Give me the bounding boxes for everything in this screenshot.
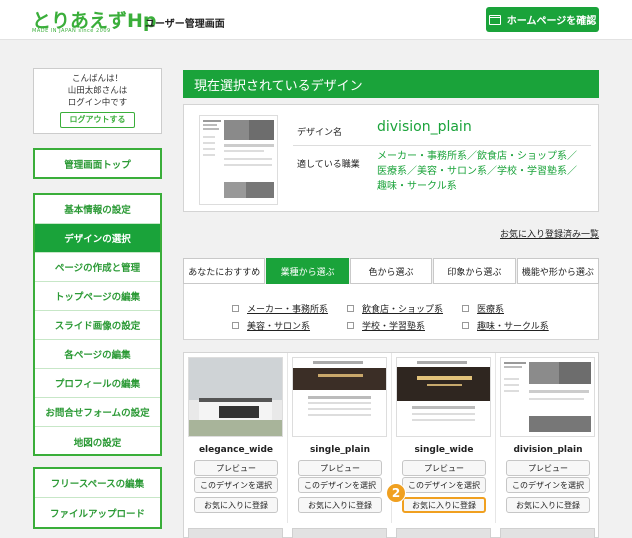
window-icon xyxy=(488,14,501,25)
design-card: elegance_wide プレビュー このデザインを選択 お気に入りに登録 xyxy=(184,353,288,538)
sidebar-item-design-select[interactable]: デザインの選択 xyxy=(35,224,160,253)
filter-option[interactable]: 医療系 xyxy=(462,302,504,315)
design-preview-image xyxy=(293,358,386,436)
design-thumbnail[interactable] xyxy=(292,357,387,437)
checkbox[interactable] xyxy=(347,305,354,312)
filter-label: 飲食店・ショップ系 xyxy=(362,305,444,315)
checkbox[interactable] xyxy=(462,305,469,312)
tab-by-color[interactable]: 色から選ぶ xyxy=(349,258,433,284)
checkbox[interactable] xyxy=(232,305,239,312)
current-design-thumbnail xyxy=(199,115,278,205)
design-name: elegance_wide xyxy=(198,445,274,455)
industry-label: 適している職業 xyxy=(297,160,360,170)
divider xyxy=(293,145,591,146)
design-card: division_plain プレビュー このデザインを選択 お気に入りに登録 xyxy=(496,353,600,538)
design-preview-image xyxy=(200,116,277,204)
page-title: ユーザー管理画面 xyxy=(145,19,225,30)
sidebar-item-page-management[interactable]: ページの作成と管理 xyxy=(35,253,160,282)
industry-filter-panel: メーカー・事務所系 飲食店・ショップ系 医療系 美容・サロン系 学校・学習塾系 … xyxy=(183,284,599,340)
next-row-thumbnail xyxy=(292,528,387,538)
preview-button[interactable]: プレビュー xyxy=(298,460,382,476)
design-name: single_plain xyxy=(309,445,371,455)
add-favorite-button[interactable]: お気に入りに登録 xyxy=(506,497,590,513)
filter-label: 美容・サロン系 xyxy=(247,322,311,332)
greeting-line: 山田太郎さんは xyxy=(67,86,128,96)
select-design-button[interactable]: このデザインを選択 xyxy=(298,477,382,493)
design-name-label: デザイン名 xyxy=(297,128,343,138)
logo-tagline: MADE IN JAPAN since 2009 xyxy=(32,28,111,34)
greeting-line: こんばんは！ xyxy=(71,74,123,84)
tab-by-impression[interactable]: 印象から選ぶ xyxy=(433,258,516,284)
industry-list: メーカー・事務所系／飲食店・ショップ系／医療系／美容・サロン系／学校・学習塾系／… xyxy=(377,151,577,192)
sidebar-item-page-edit[interactable]: 各ページの編集 xyxy=(35,340,160,369)
sidebar-item-slide-images[interactable]: スライド画像の設定 xyxy=(35,311,160,340)
step-badge: 2 xyxy=(386,483,406,503)
filter-label: 趣味・サークル系 xyxy=(477,322,549,332)
sidebar-menu: 基本情報の設定 デザインの選択 ページの作成と管理 トップページの編集 スライド… xyxy=(33,193,162,456)
design-preview-image xyxy=(501,358,594,436)
category-tabs: あなたにおすすめ 業種から選ぶ 色から選ぶ 印象から選ぶ 機能や形から選ぶ xyxy=(183,258,600,284)
design-name-value: division_plain xyxy=(377,119,472,135)
design-name: division_plain xyxy=(513,445,583,455)
filter-label: メーカー・事務所系 xyxy=(247,305,329,315)
select-design-button[interactable]: このデザインを選択 xyxy=(506,477,590,493)
design-thumbnail[interactable] xyxy=(396,357,491,437)
preview-button[interactable]: プレビュー xyxy=(194,460,278,476)
view-homepage-label: ホームページを確認 xyxy=(506,16,597,27)
sidebar-item-top-page-edit[interactable]: トップページの編集 xyxy=(35,282,160,311)
view-homepage-button[interactable]: ホームページを確認 xyxy=(486,7,599,32)
tab-by-function[interactable]: 機能や形から選ぶ xyxy=(516,258,600,284)
add-favorite-button[interactable]: お気に入りに登録 xyxy=(298,497,382,513)
design-name: single_wide xyxy=(414,445,474,455)
design-preview-image xyxy=(397,358,490,436)
filter-option[interactable]: メーカー・事務所系 xyxy=(232,302,328,315)
sidebar-bottom-box: フリースペースの編集 ファイルアップロード xyxy=(33,467,162,529)
next-row-thumbnail xyxy=(396,528,491,538)
select-design-button[interactable]: このデザインを選択 xyxy=(194,477,278,493)
next-row-thumbnail xyxy=(500,528,595,538)
current-design-card: デザイン名 division_plain 適している職業 メーカー・事務所系／飲… xyxy=(183,104,599,212)
design-thumbnail[interactable] xyxy=(188,357,283,437)
design-card: single_plain プレビュー このデザインを選択 お気に入りに登録 xyxy=(288,353,392,538)
tab-recommended[interactable]: あなたにおすすめ xyxy=(183,258,266,284)
greeting-line: ログイン中です xyxy=(67,98,128,108)
sidebar-item-dashboard[interactable]: 管理画面トップ xyxy=(35,150,160,177)
sidebar-item-profile-edit[interactable]: プロフィールの編集 xyxy=(35,369,160,398)
design-preview-image xyxy=(189,358,282,436)
sidebar-top-box: 管理画面トップ xyxy=(33,148,162,179)
add-favorite-button[interactable]: お気に入りに登録 xyxy=(402,497,486,513)
sidebar-item-file-upload[interactable]: ファイルアップロード xyxy=(35,498,160,527)
greeting-box: こんばんは！ 山田太郎さんは ログイン中です ログアウトする xyxy=(33,68,162,134)
select-design-button[interactable]: このデザインを選択 xyxy=(402,477,486,493)
filter-option[interactable]: 美容・サロン系 xyxy=(232,319,310,332)
tab-by-industry[interactable]: 業種から選ぶ xyxy=(266,258,349,284)
preview-button[interactable]: プレビュー xyxy=(402,460,486,476)
header-bar: とりあえずHp MADE IN JAPAN since 2009 ユーザー管理画… xyxy=(0,0,632,40)
filter-label: 医療系 xyxy=(477,305,505,315)
design-grid: elegance_wide プレビュー このデザインを選択 お気に入りに登録 s… xyxy=(183,352,599,538)
checkbox[interactable] xyxy=(347,322,354,329)
design-card: single_wide プレビュー このデザインを選択 お気に入りに登録 xyxy=(392,353,496,538)
preview-button[interactable]: プレビュー xyxy=(506,460,590,476)
add-favorite-button[interactable]: お気に入りに登録 xyxy=(194,497,278,513)
design-thumbnail[interactable] xyxy=(500,357,595,437)
next-row-thumbnail xyxy=(188,528,283,538)
favorites-list-link[interactable]: お気に入り登録済み一覧 xyxy=(500,227,599,240)
filter-option[interactable]: 趣味・サークル系 xyxy=(462,319,549,332)
logout-button[interactable]: ログアウトする xyxy=(60,112,135,128)
sidebar-item-map[interactable]: 地図の設定 xyxy=(35,427,160,456)
sidebar-item-basic-settings[interactable]: 基本情報の設定 xyxy=(35,195,160,224)
filter-option[interactable]: 飲食店・ショップ系 xyxy=(347,302,443,315)
filter-label: 学校・学習塾系 xyxy=(362,322,426,332)
section-title: 現在選択されているデザイン xyxy=(183,70,599,98)
filter-option[interactable]: 学校・学習塾系 xyxy=(347,319,425,332)
checkbox[interactable] xyxy=(462,322,469,329)
sidebar-item-free-space[interactable]: フリースペースの編集 xyxy=(35,469,160,498)
checkbox[interactable] xyxy=(232,322,239,329)
sidebar-item-contact-form[interactable]: お問合せフォームの設定 xyxy=(35,398,160,427)
